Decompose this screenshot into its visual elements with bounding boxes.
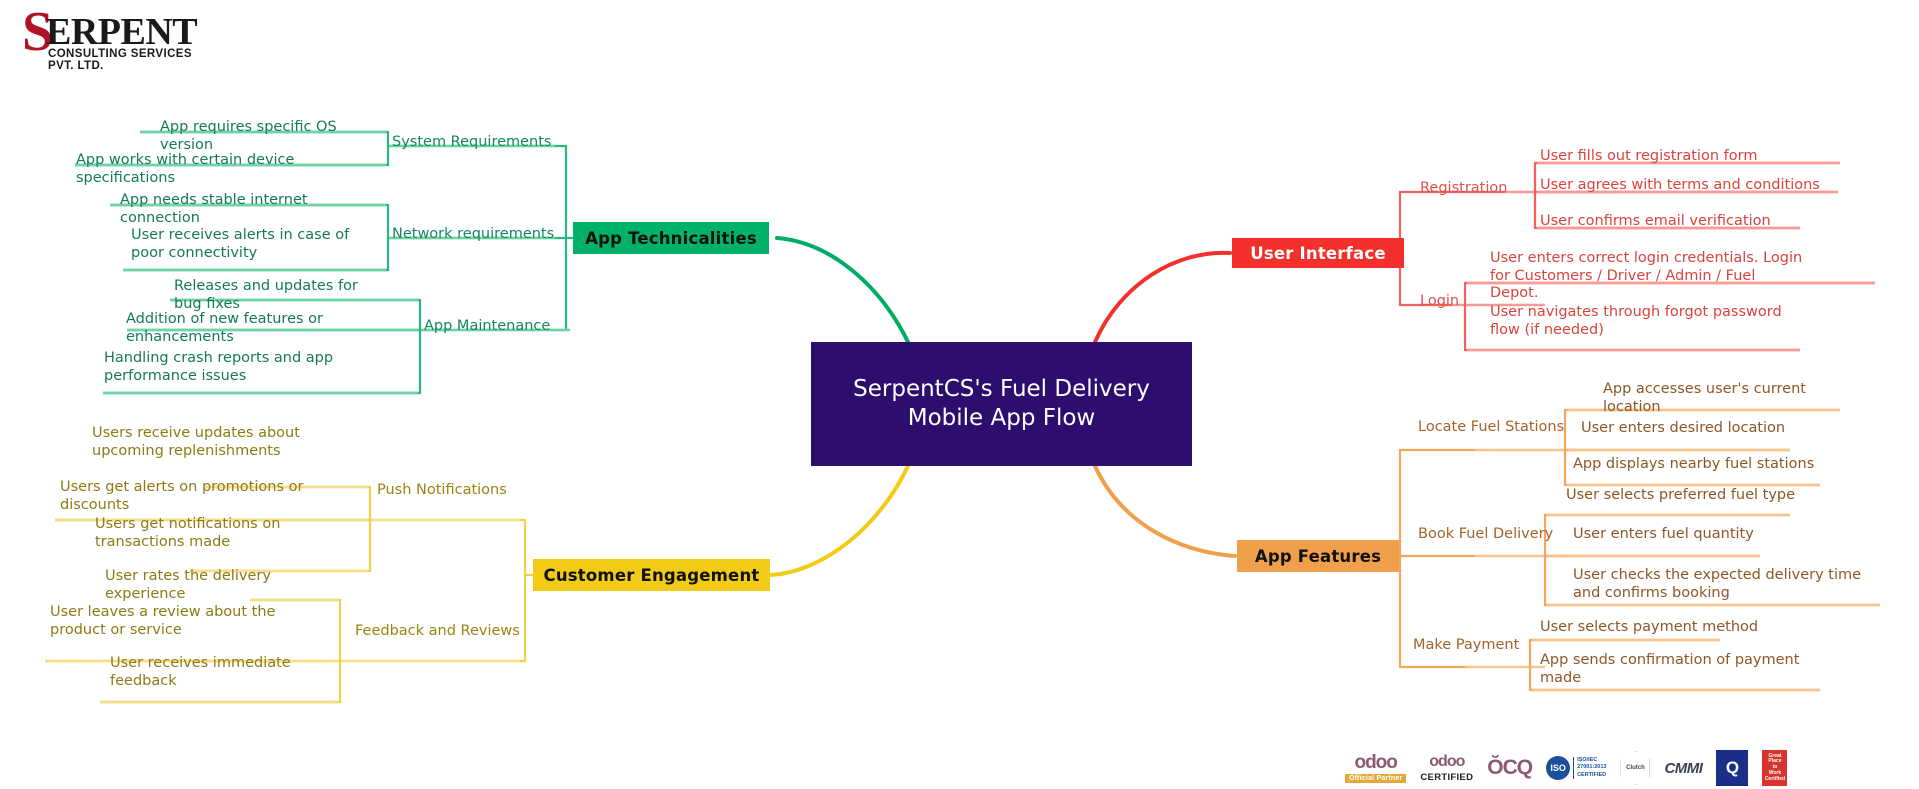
- subtopic-make-payment[interactable]: Make Payment: [1413, 637, 1519, 653]
- branch-customer-engagement-label: Customer Engagement: [543, 565, 760, 585]
- branch-app-features[interactable]: App Features: [1237, 540, 1399, 572]
- subtopic-network-requirements[interactable]: Network requirements: [392, 226, 554, 242]
- subtopic-login-label: Login: [1420, 293, 1460, 309]
- subtopic-feedback-reviews-label: Feedback and Reviews: [355, 623, 520, 639]
- great-place-to-work-icon: Great Place to Work Certified: [1762, 750, 1788, 786]
- oca-wordmark: ŎCQ: [1487, 756, 1533, 779]
- branch-user-interface-label: User Interface: [1250, 243, 1386, 263]
- iso-27001-badge: ISO ISO/IEC 27001:2013 CERTIFIED: [1546, 749, 1606, 787]
- oca-badge: ŎCQ: [1487, 749, 1533, 787]
- odoo-certified-wordmark: odoo: [1429, 752, 1465, 770]
- central-topic[interactable]: SerpentCS's Fuel Delivery Mobile App Flo…: [811, 342, 1192, 466]
- leaf-login-credentials[interactable]: User enters correct login credentials. L…: [1490, 250, 1805, 303]
- leaf-current-location[interactable]: App accesses user's current location: [1603, 381, 1863, 416]
- odoo-official-partner-tag: Official Partner: [1345, 774, 1407, 783]
- subtopic-push-notifications-label: Push Notifications: [377, 482, 507, 498]
- subtopic-system-requirements-label: System Requirements: [392, 134, 552, 150]
- subtopic-registration[interactable]: Registration: [1420, 180, 1507, 196]
- leaf-stable-internet[interactable]: App needs stable internet connection: [120, 192, 382, 227]
- leaf-expected-delivery-time[interactable]: User checks the expected delivery time a…: [1573, 567, 1883, 602]
- leaf-promotions-alerts[interactable]: Users get alerts on promotions or discou…: [60, 479, 365, 514]
- leaf-terms-conditions[interactable]: User agrees with terms and conditions: [1540, 177, 1840, 195]
- leaf-nearby-stations[interactable]: App displays nearby fuel stations: [1573, 456, 1823, 474]
- branch-app-features-label: App Features: [1254, 546, 1382, 566]
- logo-tagline: CONSULTING SERVICES PVT. LTD.: [48, 48, 192, 72]
- central-topic-label: SerpentCS's Fuel Delivery Mobile App Flo…: [853, 375, 1150, 431]
- branch-user-interface[interactable]: User Interface: [1232, 238, 1404, 268]
- certification-badges: odoo Official Partner odoo CERTIFIED ŎCQ…: [1345, 748, 1788, 788]
- leaf-device-specifications[interactable]: App works with certain device specificat…: [76, 152, 381, 187]
- leaf-email-verification[interactable]: User confirms email verification: [1540, 213, 1840, 231]
- leaf-bug-fix-releases[interactable]: Releases and updates for bug fixes: [174, 278, 389, 313]
- sq-certification-badge: Q: [1716, 749, 1749, 787]
- subtopic-feedback-reviews[interactable]: Feedback and Reviews: [355, 623, 520, 639]
- iso-standard-lines: ISO/IEC 27001:2013 CERTIFIED: [1573, 756, 1606, 780]
- subtopic-locate-fuel-stations-label: Locate Fuel Stations: [1418, 419, 1565, 435]
- leaf-forgot-password[interactable]: User navigates through forgot password f…: [1490, 304, 1790, 339]
- subtopic-network-requirements-label: Network requirements: [392, 226, 555, 242]
- subtopic-app-maintenance[interactable]: App Maintenance: [424, 318, 550, 334]
- iso-seal-icon: ISO: [1546, 756, 1571, 780]
- subtopic-push-notifications[interactable]: Push Notifications: [377, 482, 507, 498]
- leaf-crash-reports[interactable]: Handling crash reports and app performan…: [104, 350, 406, 385]
- odoo-official-partner-badge: odoo Official Partner: [1345, 749, 1407, 787]
- leaf-new-features[interactable]: Addition of new features or enhancements: [126, 311, 416, 346]
- leaf-immediate-feedback[interactable]: User receives immediate feedback: [110, 655, 360, 690]
- branch-app-technicalities-label: App Technicalities: [585, 228, 757, 248]
- subtopic-make-payment-label: Make Payment: [1413, 637, 1520, 653]
- clutch-hexagon-icon: Clutch: [1620, 751, 1651, 785]
- leaf-poor-connectivity-alerts[interactable]: User receives alerts in case of poor con…: [131, 227, 379, 262]
- leaf-payment-method[interactable]: User selects payment method: [1540, 619, 1790, 637]
- leaf-replenishment-updates[interactable]: Users receive updates about upcoming rep…: [92, 425, 360, 460]
- sq-certification-icon: Q: [1716, 750, 1749, 786]
- odoo-certified-tag: CERTIFIED: [1420, 771, 1474, 783]
- subtopic-book-fuel-delivery-label: Book Fuel Delivery: [1418, 526, 1554, 542]
- leaf-fuel-quantity[interactable]: User enters fuel quantity: [1573, 526, 1803, 544]
- subtopic-system-requirements[interactable]: System Requirements: [392, 134, 552, 150]
- subtopic-registration-label: Registration: [1420, 180, 1508, 196]
- iso-badge-box: ISO ISO/IEC 27001:2013 CERTIFIED: [1546, 756, 1606, 780]
- leaf-rate-delivery[interactable]: User rates the delivery experience: [105, 568, 355, 603]
- leaf-preferred-fuel-type[interactable]: User selects preferred fuel type: [1566, 487, 1806, 505]
- branch-customer-engagement[interactable]: Customer Engagement: [533, 559, 770, 591]
- mindmap-canvas: S ERPENT CONSULTING SERVICES PVT. LTD. S…: [0, 0, 1919, 789]
- leaf-registration-form[interactable]: User fills out registration form: [1540, 148, 1840, 166]
- great-place-to-work-badge: Great Place to Work Certified: [1762, 749, 1788, 787]
- serpent-logo: S ERPENT CONSULTING SERVICES PVT. LTD.: [18, 4, 218, 72]
- odoo-wordmark: odoo: [1354, 752, 1397, 773]
- leaf-desired-location[interactable]: User enters desired location: [1581, 420, 1811, 438]
- leaf-leave-review[interactable]: User leaves a review about the product o…: [50, 604, 330, 639]
- clutch-badge: Clutch: [1620, 749, 1651, 787]
- odoo-certified-badge: odoo CERTIFIED: [1420, 749, 1473, 787]
- leaf-os-version[interactable]: App requires specific OS version: [160, 119, 380, 154]
- cmmi-wordmark: CMMI: [1664, 759, 1703, 777]
- subtopic-login[interactable]: Login: [1420, 293, 1459, 309]
- subtopic-locate-fuel-stations[interactable]: Locate Fuel Stations: [1418, 419, 1564, 435]
- cmmi-badge: CMMI: [1664, 749, 1703, 787]
- leaf-transaction-notifications[interactable]: Users get notifications on transactions …: [95, 516, 351, 551]
- subtopic-app-maintenance-label: App Maintenance: [424, 318, 551, 334]
- branch-app-technicalities[interactable]: App Technicalities: [573, 222, 769, 254]
- subtopic-book-fuel-delivery[interactable]: Book Fuel Delivery: [1418, 526, 1553, 542]
- leaf-payment-confirmation[interactable]: App sends confirmation of payment made: [1540, 652, 1830, 687]
